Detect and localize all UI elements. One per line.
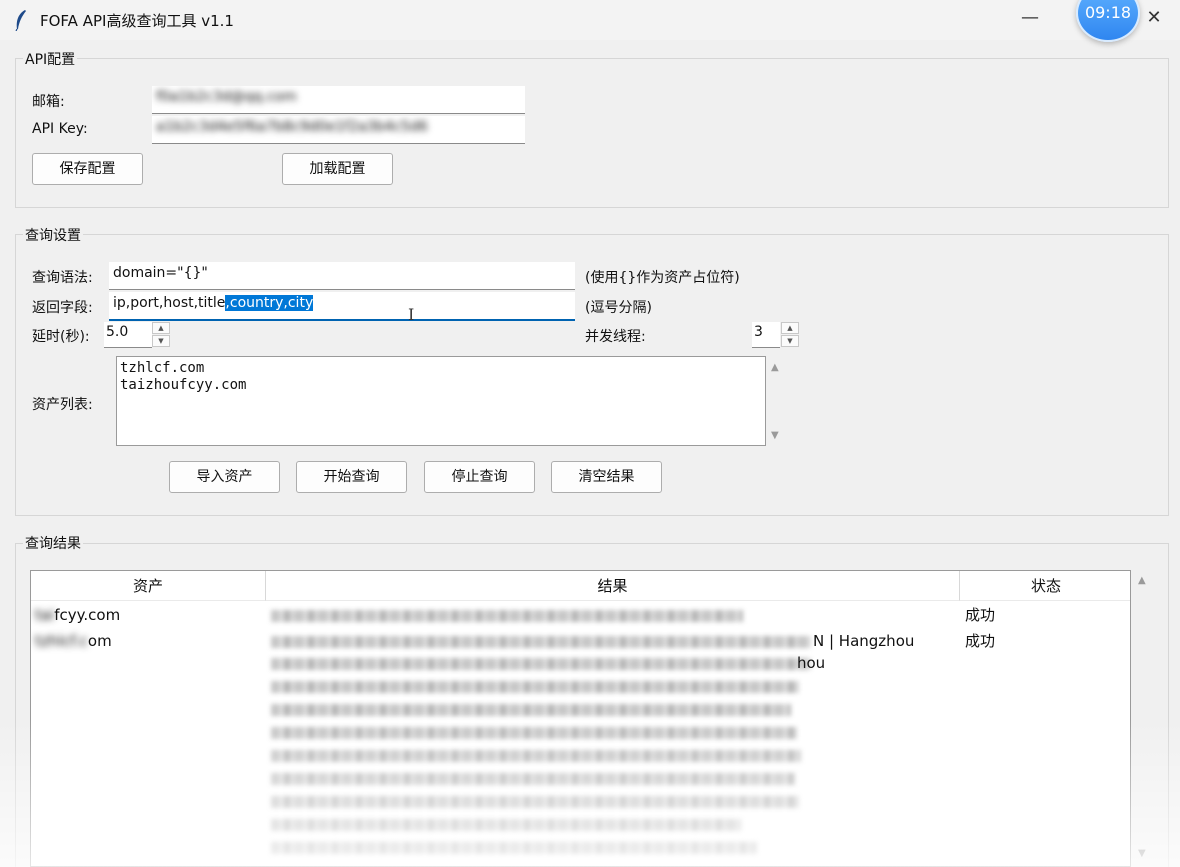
fields-value-plain: ip,port,host,title [113,295,226,311]
save-config-button[interactable]: 保存配置 [32,153,143,185]
threads-value: 3 [754,324,763,340]
result-blurred [271,727,797,739]
email-value: f0a1b2c3d@qq.com [156,89,297,105]
syntax-hint: (使用{}作为资产占位符) [585,270,740,286]
asset-hidden-part: tzhlcf.c [35,632,88,650]
stop-query-button[interactable]: 停止查询 [424,461,535,493]
delay-down-arrow-icon[interactable]: ▼ [152,335,170,347]
results-title: 查询结果 [23,533,83,553]
assets-textarea[interactable]: tzhlcf.com taizhoufcyy.com [116,356,766,446]
email-field[interactable]: f0a1b2c3d@qq.com [152,86,525,114]
result-blurred [271,636,811,648]
result-blurred [271,842,757,854]
query-settings-title: 查询设置 [23,225,83,245]
assets-label: 资产列表: [32,397,93,413]
results-table[interactable]: 资产 结果 状态 taifcyy.com 成功 tzhlcf.com N | H… [30,570,1131,867]
feather-icon [15,10,26,31]
result-blurred [271,610,743,622]
fields-label: 返回字段: [32,300,93,316]
delay-up-arrow-icon[interactable]: ▲ [152,322,170,334]
minimize-button[interactable]: — [1008,4,1052,34]
result-blurred [271,681,799,693]
results-scroll-up-arrow-icon[interactable]: ▲ [1138,575,1146,586]
delay-value: 5.0 [106,324,129,340]
fields-value-selected: ,country,city [225,295,314,311]
start-query-button[interactable]: 开始查询 [296,461,407,493]
fields-hint: (逗号分隔) [585,300,652,316]
email-label: 邮箱: [32,94,65,110]
column-header-result[interactable]: 结果 [266,571,960,601]
status-cell: 成功 [965,606,996,624]
result-cell-tail: N | Hangzhou [813,632,915,650]
threads-label: 并发线程: [585,329,646,345]
threads-down-arrow-icon[interactable]: ▼ [781,335,799,347]
result-blurred [271,819,741,831]
result-blurred [271,750,801,762]
text-cursor-icon: I [408,305,415,324]
scroll-up-arrow-icon[interactable]: ▲ [771,362,779,373]
syntax-input[interactable]: domain="{}" [109,262,575,290]
result-blurred [271,773,795,785]
clear-results-button[interactable]: 清空结果 [551,461,662,493]
apikey-label: API Key: [32,121,88,137]
asset-line: taizhoufcyy.com [120,377,247,393]
asset-line: tzhlcf.com [120,360,205,376]
asset-hidden-part: tai [35,606,55,624]
result-blurred [271,658,811,670]
status-cell: 成功 [965,632,996,650]
delay-spinbox[interactable]: 5.0 [104,322,152,348]
column-header-status[interactable]: 状态 [960,571,1130,601]
apikey-value: a1b2c3d4e5f6a7b8c9d0e1f2a3b4c5d6 [156,119,428,135]
api-config-title: API配置 [23,49,78,69]
import-assets-button[interactable]: 导入资产 [169,461,280,493]
apikey-field[interactable]: a1b2c3d4e5f6a7b8c9d0e1f2a3b4c5d6 [152,116,525,144]
delay-label: 延时(秒): [32,329,90,345]
table-row[interactable]: tzhlcf.com [35,631,112,651]
results-scroll-down-arrow-icon[interactable]: ▼ [1138,848,1146,859]
threads-up-arrow-icon[interactable]: ▲ [781,322,799,334]
fields-input[interactable]: ip,port,host,title,country,city [109,292,575,321]
syntax-value: domain="{}" [113,265,208,281]
threads-stepper: ▲ ▼ [781,322,799,348]
column-header-asset[interactable]: 资产 [31,571,266,601]
result-blurred [271,704,791,716]
scroll-down-arrow-icon[interactable]: ▼ [771,430,779,441]
delay-stepper: ▲ ▼ [152,322,170,348]
result-wrapped-text: hou [797,654,826,672]
load-config-button[interactable]: 加载配置 [282,153,393,185]
asset-cell: om [87,632,112,650]
window-title: FOFA API高级查询工具 v1.1 [40,12,234,30]
title-bar: FOFA API高级查询工具 v1.1 — ✕ [0,0,1180,40]
threads-spinbox[interactable]: 3 [752,322,780,348]
result-blurred [271,796,799,808]
asset-cell: fcyy.com [54,606,121,624]
syntax-label: 查询语法: [32,270,93,286]
table-row[interactable]: taifcyy.com [35,605,120,625]
